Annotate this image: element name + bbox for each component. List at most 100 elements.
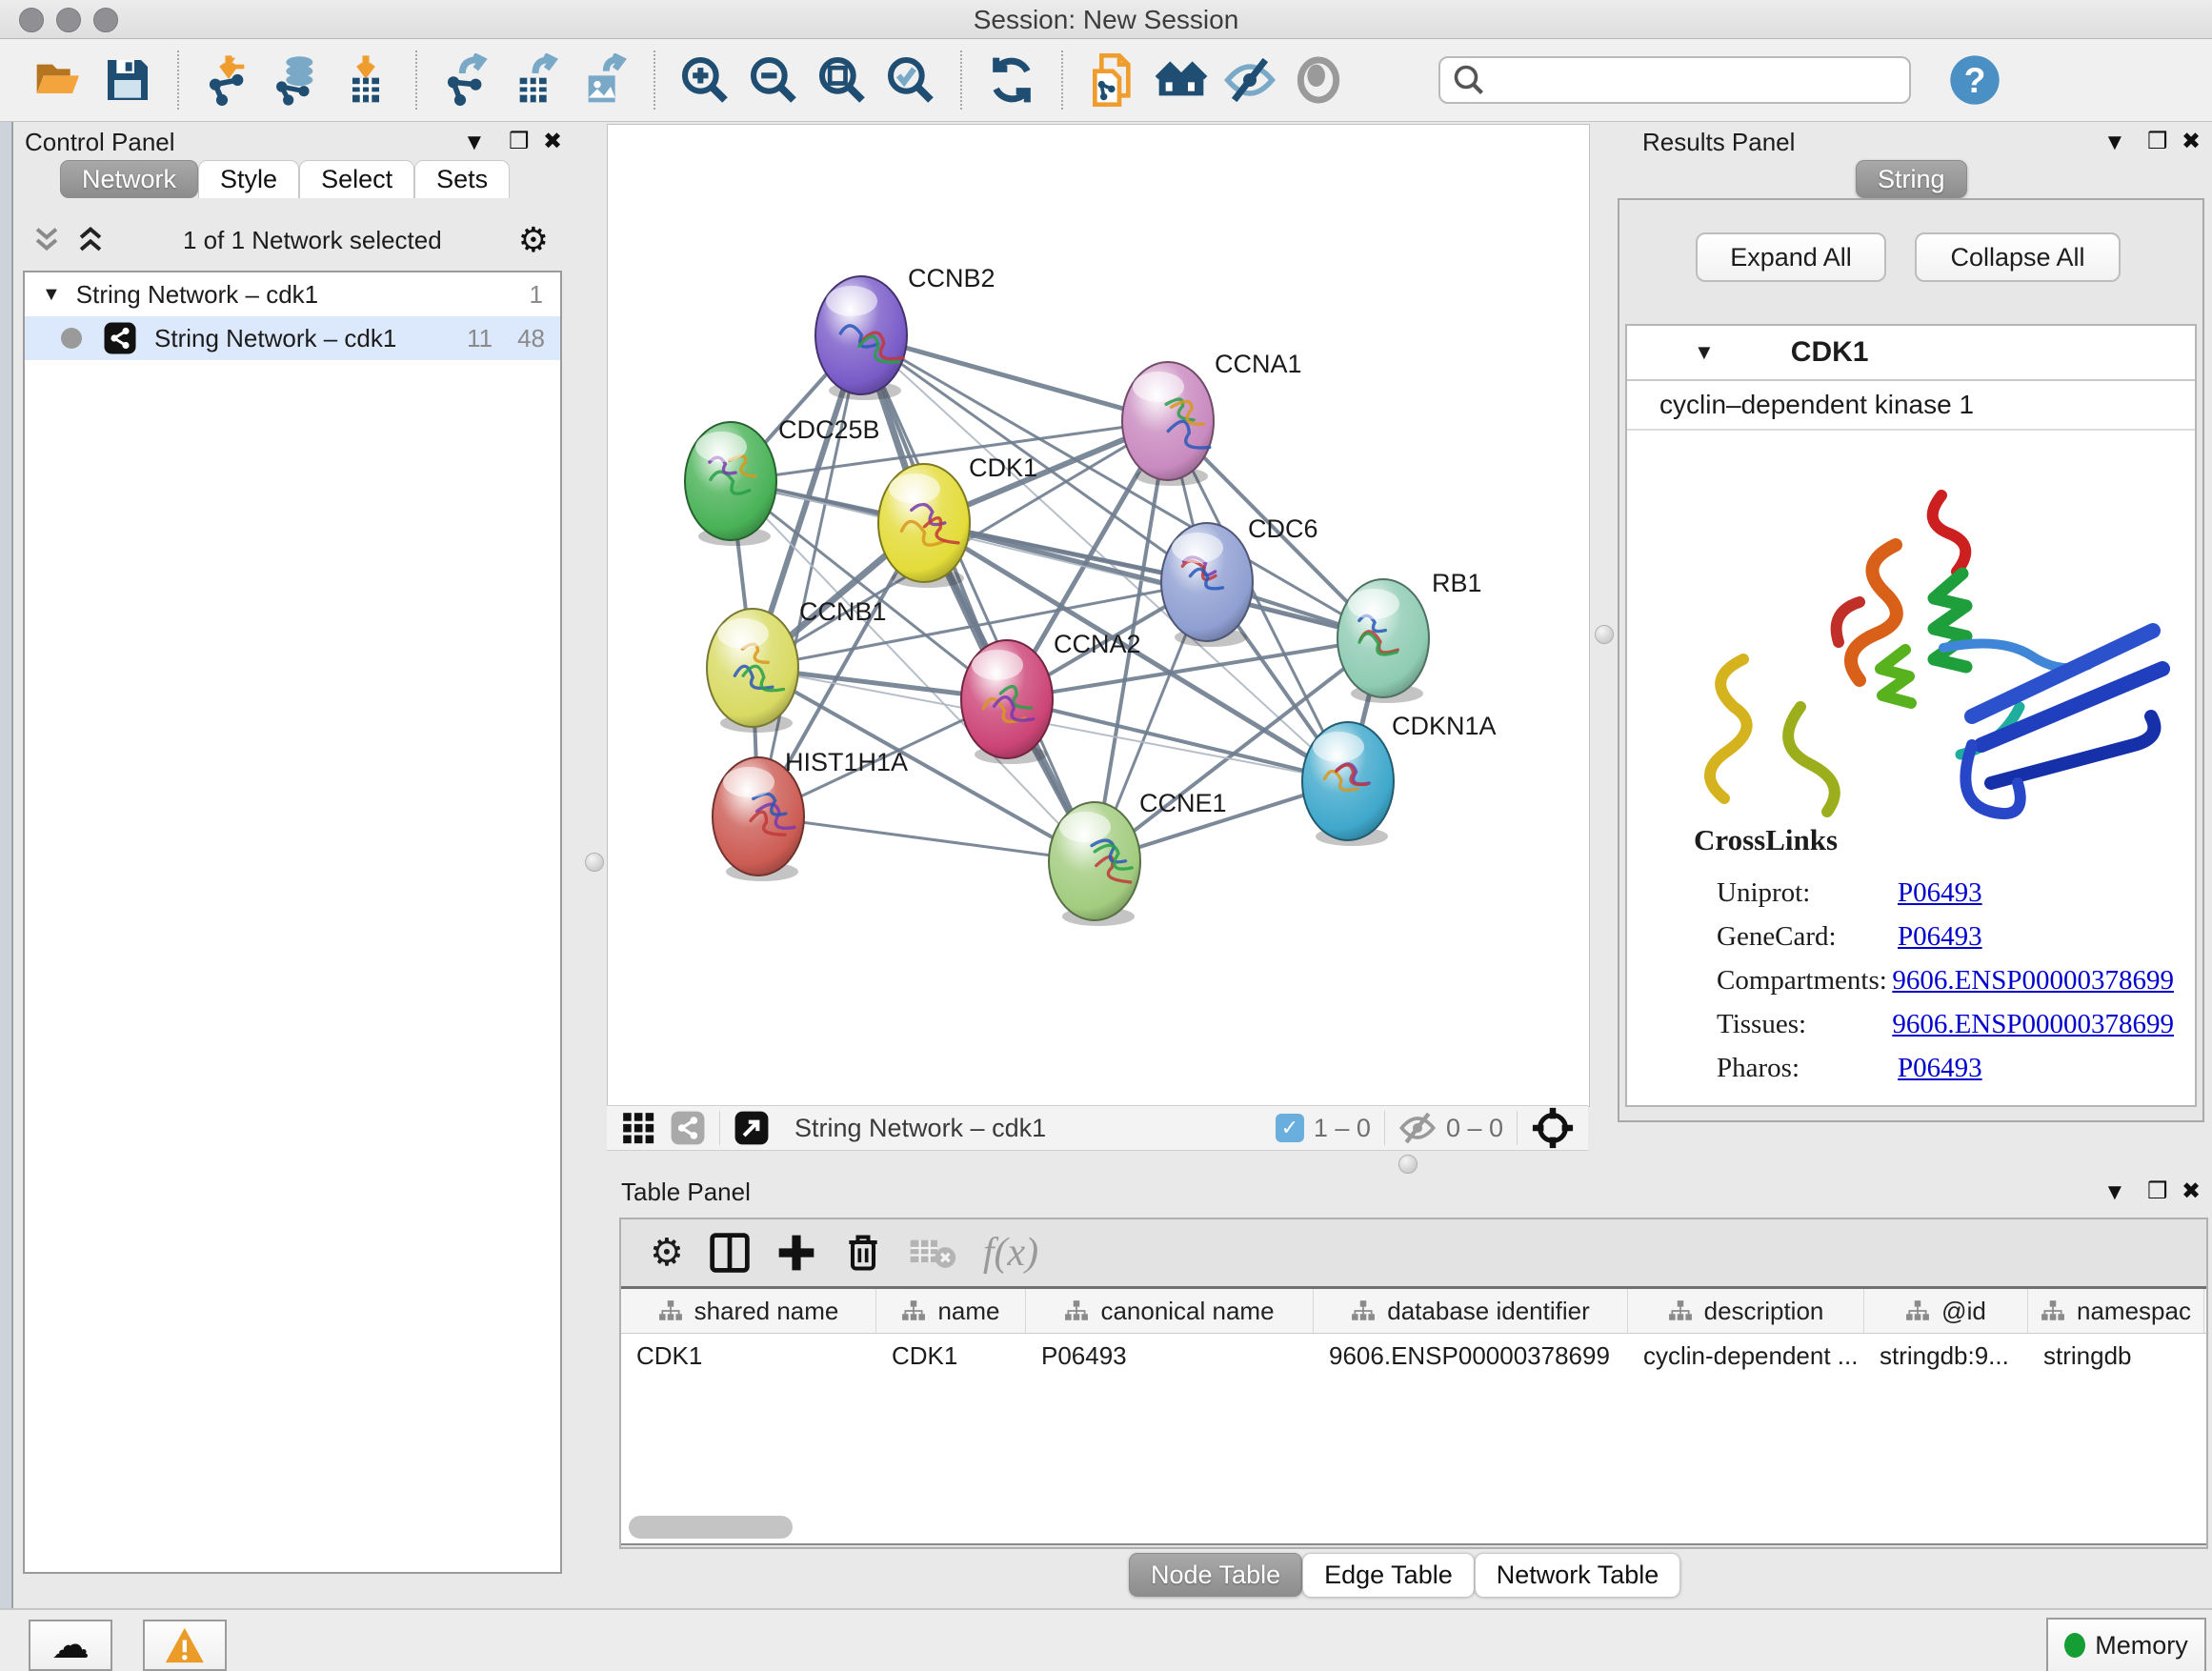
column-header-description[interactable]: description — [1628, 1289, 1864, 1333]
table-row[interactable]: CDK1CDK1P064939606.ENSP00000378699cyclin… — [621, 1334, 2206, 1378]
import-table-icon[interactable] — [336, 50, 395, 110]
help-icon[interactable]: ? — [1945, 50, 2004, 110]
hide-selected-icon[interactable] — [1220, 50, 1279, 110]
network-node-CCNA1[interactable] — [1122, 362, 1214, 486]
column-header-namespac[interactable]: namespac — [2028, 1289, 2204, 1333]
column-header-database-identifier[interactable]: database identifier — [1314, 1289, 1628, 1333]
search-input[interactable] — [1494, 65, 1909, 96]
left-splitter-handle[interactable] — [585, 853, 604, 872]
column-header-name[interactable]: name — [876, 1289, 1026, 1333]
share-document-icon[interactable] — [1083, 50, 1142, 110]
zoom-fit-icon[interactable] — [813, 50, 872, 110]
network-collection-row[interactable]: ▼ String Network – cdk1 1 — [25, 272, 560, 316]
table-horizontal-scrollbar[interactable] — [629, 1516, 793, 1539]
search-box[interactable] — [1438, 56, 1911, 104]
refresh-icon[interactable] — [982, 50, 1041, 110]
grid-view-icon[interactable] — [620, 1110, 656, 1146]
table-settings-gear-icon[interactable]: ⚙ — [650, 1231, 684, 1275]
gene-header-row[interactable]: ▼ CDK1 — [1627, 326, 2195, 381]
tab-string[interactable]: String — [1856, 160, 1967, 198]
add-column-icon[interactable] — [775, 1232, 817, 1274]
network-node-CCNB2[interactable] — [815, 276, 907, 400]
hidden-eye-icon[interactable] — [1398, 1109, 1437, 1147]
show-columns-icon[interactable] — [709, 1232, 751, 1274]
control-panel-close-icon[interactable]: ✖ — [543, 128, 562, 155]
collapse-all-button[interactable]: Collapse All — [1915, 232, 2121, 282]
crosslink-row: Tissues: 9606.ENSP00000378699 — [1717, 1002, 2174, 1046]
column-header-canonical-name[interactable]: canonical name — [1026, 1289, 1314, 1333]
tab-select[interactable]: Select — [299, 160, 414, 198]
control-panel-collapse-icon[interactable]: ▼ — [463, 130, 486, 156]
crosslink-link[interactable]: 9606.ENSP00000378699 — [1892, 1009, 2174, 1040]
table-panel-close-icon[interactable]: ✖ — [2182, 1178, 2201, 1205]
network-node-CDC25B[interactable] — [685, 422, 776, 546]
collection-label: String Network – cdk1 — [76, 280, 318, 310]
open-session-icon[interactable] — [30, 50, 89, 110]
network-canvas[interactable]: CCNB2CCNA1CDC25BCDK1CDC6RB1CCNB1CCNA2CDK… — [607, 124, 1590, 1107]
network-edge[interactable] — [861, 335, 1095, 861]
table-cell: CDK1 — [621, 1334, 876, 1378]
node-label-CCNA2: CCNA2 — [1054, 630, 1141, 658]
network-node-RB1[interactable] — [1337, 579, 1429, 703]
control-panel-float-icon[interactable]: ❒ — [509, 128, 530, 155]
birds-eye-view-icon[interactable] — [734, 1110, 770, 1146]
node-label-CDKN1A: CDKN1A — [1392, 712, 1497, 740]
expand-all-chevron-icon[interactable] — [74, 224, 107, 256]
main-toolbar: ? — [0, 39, 2212, 122]
hidden-count: 0 – 0 — [1446, 1114, 1503, 1143]
column-header-@id[interactable]: @id — [1864, 1289, 2028, 1333]
crosslink-link[interactable]: P06493 — [1898, 921, 1982, 953]
tab-sets[interactable]: Sets — [414, 160, 510, 198]
network-overview-icon[interactable] — [1152, 50, 1211, 110]
right-splitter-handle[interactable] — [1595, 625, 1614, 644]
column-header-shared-name[interactable]: shared name — [621, 1289, 876, 1333]
selected-checkbox-icon[interactable]: ✓ — [1276, 1114, 1304, 1142]
results-panel-close-icon[interactable]: ✖ — [2182, 128, 2201, 155]
delete-column-trash-icon[interactable] — [842, 1232, 884, 1274]
tab-node-table[interactable]: Node Table — [1129, 1553, 1302, 1597]
table-panel-collapse-icon[interactable]: ▼ — [2103, 1179, 2126, 1206]
table-cell: stringdb — [2028, 1334, 2204, 1378]
fit-content-crosshair-icon[interactable] — [1531, 1106, 1575, 1150]
expand-all-button[interactable]: Expand All — [1696, 232, 1886, 282]
zoom-in-icon[interactable] — [675, 50, 734, 110]
collection-expand-icon[interactable]: ▼ — [42, 284, 61, 306]
network-options-gear-icon[interactable]: ⚙ — [518, 223, 549, 257]
crosslink-link[interactable]: 9606.ENSP00000378699 — [1892, 965, 2174, 997]
network-node-CDKN1A[interactable] — [1302, 722, 1394, 846]
collapse-all-chevron-icon[interactable] — [30, 224, 63, 256]
results-panel-float-icon[interactable]: ❒ — [2147, 128, 2168, 155]
show-all-icon[interactable] — [1289, 50, 1348, 110]
memory-button[interactable]: Memory — [2046, 1618, 2206, 1671]
network-edge[interactable] — [758, 816, 1095, 861]
network-node-CCNE1[interactable] — [1049, 802, 1140, 926]
export-image-icon[interactable] — [574, 50, 633, 110]
results-panel-collapse-icon[interactable]: ▼ — [2103, 130, 2126, 156]
tab-edge-table[interactable]: Edge Table — [1302, 1553, 1475, 1597]
crosslink-link[interactable]: P06493 — [1898, 877, 1982, 909]
network-selection-status: 1 of 1 Network selected — [107, 226, 518, 255]
zoom-out-icon[interactable] — [744, 50, 803, 110]
save-session-icon[interactable] — [98, 50, 157, 110]
gene-collapse-icon[interactable]: ▼ — [1694, 340, 1715, 365]
import-network-database-icon[interactable] — [268, 50, 327, 110]
table-panel-tabs: Node Table Edge Table Network Table — [1129, 1553, 1680, 1597]
bottom-splitter-handle[interactable] — [1398, 1155, 1418, 1174]
tab-style[interactable]: Style — [198, 160, 299, 198]
tab-network[interactable]: Network — [60, 160, 198, 198]
network-node-CCNB1[interactable] — [707, 609, 798, 733]
import-network-file-icon[interactable] — [199, 50, 258, 110]
network-row[interactable]: String Network – cdk1 11 48 — [25, 316, 560, 360]
crosslink-link[interactable]: P06493 — [1898, 1053, 1982, 1084]
share-view-icon[interactable] — [670, 1110, 706, 1146]
table-panel-float-icon[interactable]: ❒ — [2147, 1178, 2168, 1205]
crosslink-label: Uniprot: — [1717, 877, 1898, 909]
warnings-button[interactable] — [143, 1620, 227, 1671]
zoom-selected-icon[interactable] — [881, 50, 940, 110]
export-table-icon[interactable] — [506, 50, 565, 110]
cloud-button[interactable]: ☁ — [29, 1620, 112, 1671]
network-edge[interactable] — [758, 335, 861, 816]
node-label-CDK1: CDK1 — [969, 453, 1037, 482]
export-network-icon[interactable] — [437, 50, 496, 110]
tab-network-table[interactable]: Network Table — [1475, 1553, 1681, 1597]
